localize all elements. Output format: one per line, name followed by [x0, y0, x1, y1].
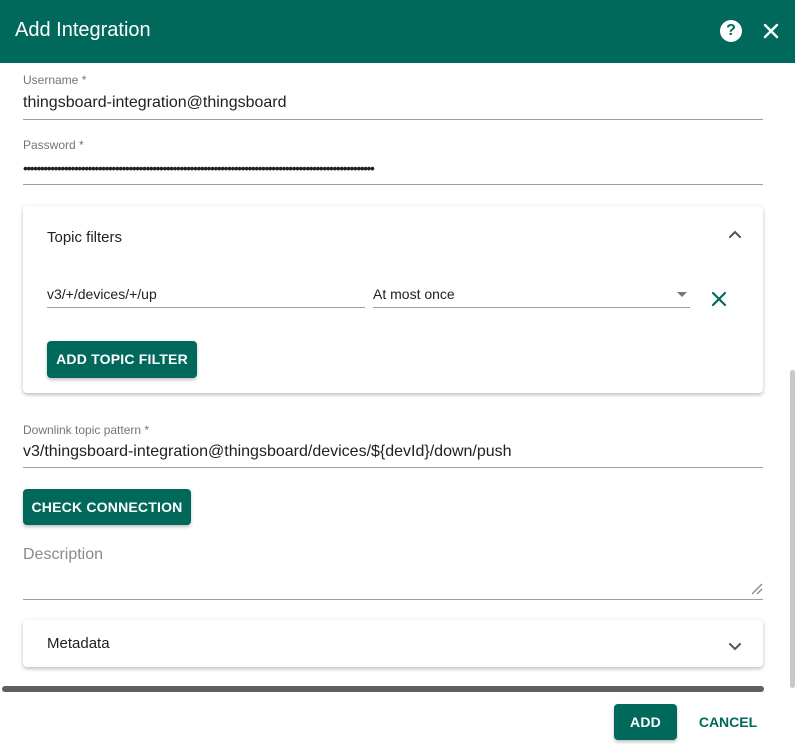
dialog-header: Add Integration ?	[0, 0, 795, 63]
dialog-title: Add Integration	[15, 19, 151, 41]
help-icon[interactable]: ?	[720, 20, 742, 42]
username-label: Username *	[23, 73, 87, 87]
topic-filter-underline	[47, 307, 365, 308]
description-textarea[interactable]: Description	[23, 546, 103, 564]
downlink-label: Downlink topic pattern *	[23, 423, 150, 437]
resize-handle-icon[interactable]	[749, 581, 763, 595]
vertical-scrollbar[interactable]	[790, 370, 795, 688]
username-input[interactable]: thingsboard-integration@thingsboard	[23, 94, 287, 112]
password-underline	[23, 184, 763, 185]
topic-filters-title: Topic filters	[47, 229, 123, 246]
dropdown-arrow-icon	[677, 292, 687, 297]
add-button[interactable]: ADD	[614, 704, 677, 740]
close-icon[interactable]	[758, 18, 784, 44]
password-label: Password *	[23, 138, 84, 152]
check-connection-button[interactable]: CHECK CONNECTION	[23, 489, 191, 525]
qos-select[interactable]: At most once	[373, 286, 690, 308]
chevron-up-icon[interactable]	[726, 226, 744, 244]
dialog-footer: ADD CANCEL	[0, 692, 795, 752]
cancel-button[interactable]: CANCEL	[692, 710, 764, 734]
dialog-content: Username * thingsboard-integration@thing…	[0, 63, 787, 688]
password-input[interactable]: ••••••••••••••••••••••••••••••••••••••••…	[23, 160, 375, 176]
qos-underline	[373, 307, 690, 308]
chevron-down-icon[interactable]	[726, 637, 744, 655]
downlink-input[interactable]: v3/thingsboard-integration@thingsboard/d…	[23, 443, 512, 461]
metadata-title: Metadata	[47, 635, 110, 652]
add-topic-filter-button[interactable]: ADD TOPIC FILTER	[47, 341, 197, 378]
topic-filter-input[interactable]: v3/+/devices/+/up	[47, 286, 365, 308]
downlink-underline	[23, 467, 763, 468]
username-underline	[23, 119, 763, 120]
topic-filters-panel: Topic filters v3/+/devices/+/up At most …	[23, 206, 763, 393]
metadata-panel[interactable]: Metadata	[23, 620, 763, 667]
remove-filter-icon[interactable]	[709, 289, 729, 309]
description-underline	[23, 599, 763, 600]
